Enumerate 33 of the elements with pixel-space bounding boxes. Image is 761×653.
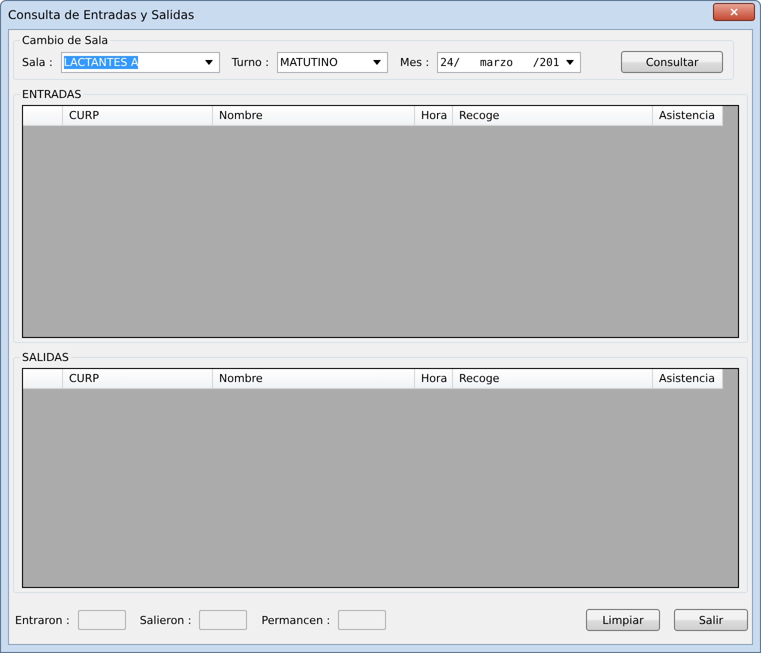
column-header[interactable]: Nombre	[213, 369, 415, 389]
counter-field[interactable]	[338, 610, 386, 630]
action-button[interactable]: Salir	[674, 609, 748, 631]
column-header[interactable]: CURP	[63, 106, 213, 126]
column-header[interactable]: Hora	[415, 369, 453, 389]
column-header[interactable]: Asistencia	[653, 106, 723, 126]
row-header-corner	[23, 106, 63, 126]
caret-icon	[373, 60, 381, 64]
action-button[interactable]: Limpiar	[586, 609, 660, 631]
group-title: ENTRADAS	[21, 88, 82, 101]
row-header-corner	[23, 369, 63, 389]
date-picker[interactable]: 24/ marzo /201	[437, 52, 582, 72]
column-header[interactable]: Recoge	[453, 369, 653, 389]
column-header[interactable]: Nombre	[213, 106, 415, 126]
counter-label: Entraron :	[15, 614, 70, 626]
caret-icon	[204, 60, 213, 64]
group-title: SALIDAS	[21, 351, 70, 364]
consultar-button[interactable]: Consultar	[621, 51, 724, 73]
column-header[interactable]: Recoge	[453, 106, 653, 126]
field-label: Turno :	[232, 56, 269, 68]
window-title: Consulta de Entradas y Salidas	[8, 8, 194, 22]
counter-label: Permancen :	[261, 614, 330, 626]
caret-icon	[566, 60, 574, 64]
counter-label: Salieron :	[140, 614, 192, 626]
column-header[interactable]: CURP	[63, 369, 213, 389]
field-label: Sala :	[22, 56, 53, 68]
dropdown[interactable]: MATUTINO	[277, 52, 388, 72]
group-title: Cambio de Sala	[21, 34, 110, 47]
column-header[interactable]: Asistencia	[653, 369, 723, 389]
field-label: Mes :	[400, 56, 430, 68]
counter-field[interactable]	[78, 610, 126, 630]
column-header[interactable]: Hora	[415, 106, 453, 126]
counter-field[interactable]	[199, 610, 248, 630]
